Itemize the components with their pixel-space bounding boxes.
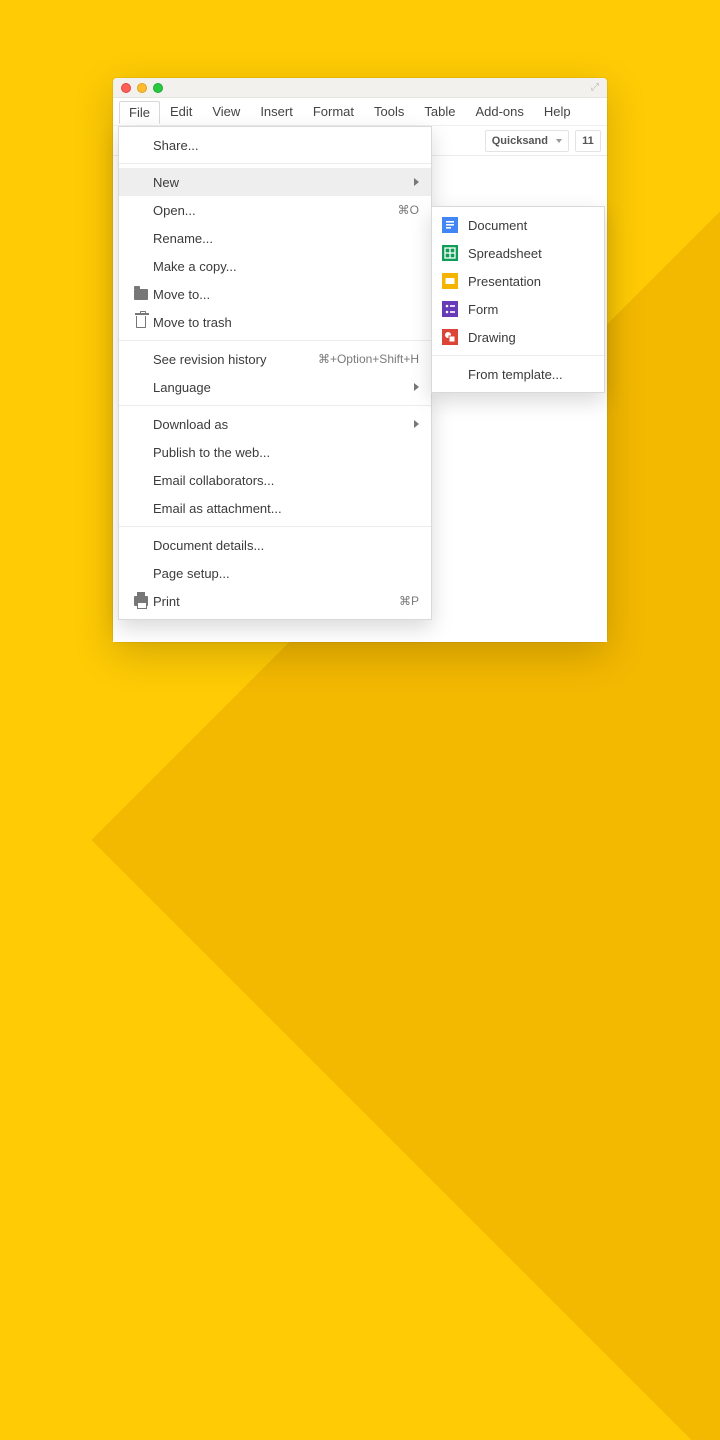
- font-size-select[interactable]: 11: [575, 130, 601, 152]
- print-icon: [129, 596, 153, 606]
- trash-icon: [129, 316, 153, 328]
- menu-separator: [119, 163, 431, 164]
- folder-icon: [129, 289, 153, 300]
- new-drawing[interactable]: Drawing: [432, 323, 604, 351]
- chevron-down-icon: [556, 139, 562, 143]
- submenu-arrow-icon: [414, 383, 419, 391]
- file-email-collaborators[interactable]: Email collaborators...: [119, 466, 431, 494]
- menu-separator: [432, 355, 604, 356]
- shortcut-label: ⌘+Option+Shift+H: [318, 352, 419, 366]
- submenu-arrow-icon: [414, 178, 419, 186]
- file-menu-dropdown: Share... New Open... ⌘O Rename... Make a…: [118, 126, 432, 620]
- submenu-arrow-icon: [414, 420, 419, 428]
- zoom-window-button[interactable]: [153, 83, 163, 93]
- menu-help[interactable]: Help: [534, 100, 581, 123]
- new-presentation[interactable]: Presentation: [432, 267, 604, 295]
- menu-format[interactable]: Format: [303, 100, 364, 123]
- file-page-setup[interactable]: Page setup...: [119, 559, 431, 587]
- file-rename[interactable]: Rename...: [119, 224, 431, 252]
- font-family-select[interactable]: Quicksand: [485, 130, 569, 152]
- menu-insert[interactable]: Insert: [250, 100, 303, 123]
- sheets-icon: [442, 245, 458, 261]
- minimize-window-button[interactable]: [137, 83, 147, 93]
- new-from-template[interactable]: From template...: [432, 360, 604, 388]
- menu-table[interactable]: Table: [414, 100, 465, 123]
- titlebar: ⤢: [113, 78, 607, 98]
- shortcut-label: ⌘O: [398, 203, 419, 217]
- file-language[interactable]: Language: [119, 373, 431, 401]
- app-window: ⤢ File Edit View Insert Format Tools Tab…: [113, 78, 607, 642]
- file-share[interactable]: Share...: [119, 131, 431, 159]
- close-window-button[interactable]: [121, 83, 131, 93]
- file-download-as[interactable]: Download as: [119, 410, 431, 438]
- file-revision-history[interactable]: See revision history ⌘+Option+Shift+H: [119, 345, 431, 373]
- file-open[interactable]: Open... ⌘O: [119, 196, 431, 224]
- menu-file[interactable]: File: [119, 101, 160, 124]
- menu-view[interactable]: View: [202, 100, 250, 123]
- menu-separator: [119, 405, 431, 406]
- file-email-attachment[interactable]: Email as attachment...: [119, 494, 431, 522]
- slides-icon: [442, 273, 458, 289]
- new-document[interactable]: Document: [432, 211, 604, 239]
- menubar: File Edit View Insert Format Tools Table…: [113, 98, 607, 126]
- forms-icon: [442, 301, 458, 317]
- file-move-to[interactable]: Move to...: [119, 280, 431, 308]
- font-family-label: Quicksand: [492, 135, 548, 147]
- file-make-copy[interactable]: Make a copy...: [119, 252, 431, 280]
- new-submenu: Document Spreadsheet Presentation Form D…: [431, 206, 605, 393]
- menu-edit[interactable]: Edit: [160, 100, 202, 123]
- menu-separator: [119, 340, 431, 341]
- file-print[interactable]: Print ⌘P: [119, 587, 431, 615]
- new-form[interactable]: Form: [432, 295, 604, 323]
- file-document-details[interactable]: Document details...: [119, 531, 431, 559]
- menu-tools[interactable]: Tools: [364, 100, 414, 123]
- file-move-to-trash[interactable]: Move to trash: [119, 308, 431, 336]
- file-publish-web[interactable]: Publish to the web...: [119, 438, 431, 466]
- drawings-icon: [442, 329, 458, 345]
- menu-separator: [119, 526, 431, 527]
- docs-icon: [442, 217, 458, 233]
- file-new[interactable]: New: [119, 168, 431, 196]
- font-size-label: 11: [582, 135, 594, 147]
- shortcut-label: ⌘P: [399, 594, 419, 608]
- new-spreadsheet[interactable]: Spreadsheet: [432, 239, 604, 267]
- expand-icon[interactable]: ⤢: [591, 82, 599, 93]
- menu-addons[interactable]: Add-ons: [465, 100, 533, 123]
